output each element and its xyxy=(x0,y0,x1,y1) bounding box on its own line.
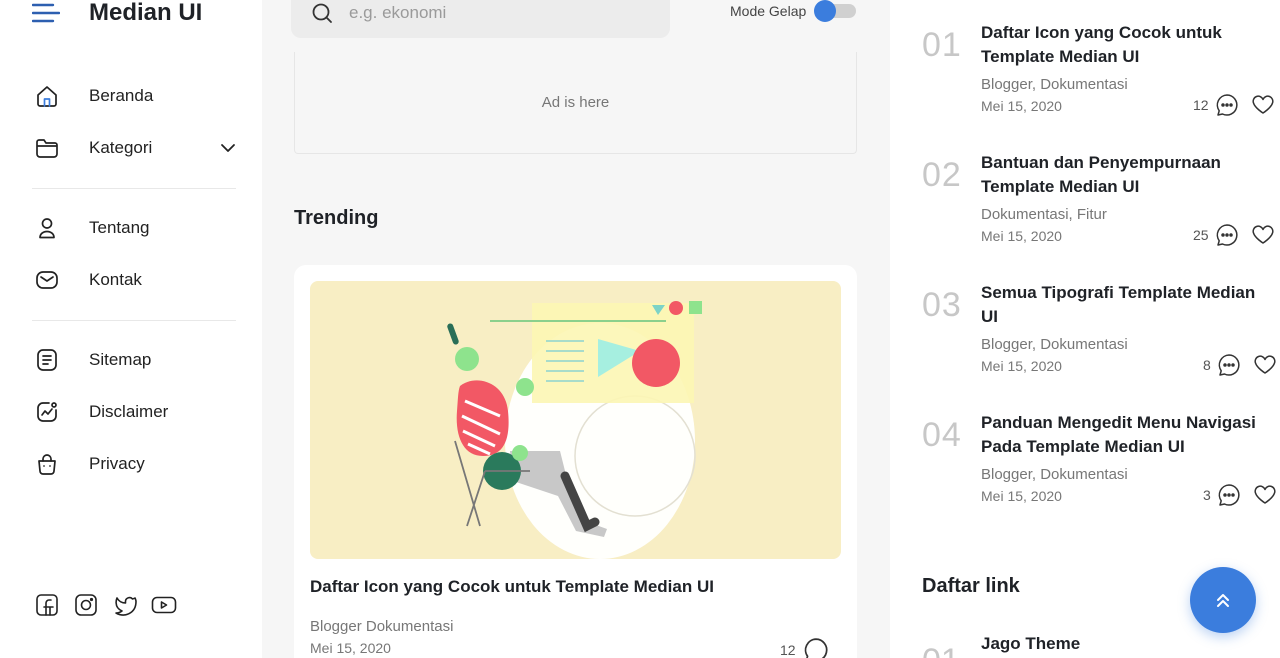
post-title[interactable]: Semua Tipografi Template Median UI xyxy=(981,281,1261,328)
popular-post-item[interactable]: 02 Bantuan dan Penyempurnaan Template Me… xyxy=(922,151,1274,261)
post-title[interactable]: Bantuan dan Penyempurnaan Template Media… xyxy=(981,151,1261,198)
toggle-knob xyxy=(814,0,837,22)
sidebar-item-label: Kontak xyxy=(89,270,142,289)
heart-icon[interactable] xyxy=(1253,353,1277,377)
link-number: 01 xyxy=(922,642,960,658)
comment-count: 12 xyxy=(1193,97,1209,113)
comment-count: 12 xyxy=(780,642,796,658)
search-input[interactable] xyxy=(349,3,639,23)
post-number: 01 xyxy=(922,26,962,64)
post-date: Mei 15, 2020 xyxy=(981,358,1062,374)
post-number: 04 xyxy=(922,416,962,454)
post-title[interactable]: Panduan Mengedit Menu Navigasi Pada Temp… xyxy=(981,411,1261,458)
sidebar-item-label: Disclaimer xyxy=(89,402,169,421)
link-title[interactable]: Jago Theme xyxy=(981,634,1080,654)
comment-icon[interactable] xyxy=(1215,223,1239,247)
bag-icon xyxy=(34,451,60,477)
heart-icon[interactable] xyxy=(1251,93,1275,117)
trending-heading: Trending xyxy=(294,207,379,229)
instagram-icon[interactable] xyxy=(73,592,99,618)
home-icon xyxy=(34,83,60,109)
sidebar-item-privacy[interactable]: Privacy xyxy=(34,446,244,482)
comment-icon[interactable] xyxy=(1217,483,1241,507)
comment-count: 8 xyxy=(1203,357,1211,373)
post-date: Mei 15, 2020 xyxy=(981,488,1062,504)
search-icon xyxy=(312,3,332,23)
post-title[interactable]: Daftar Icon yang Cocok untuk Template Me… xyxy=(310,577,714,597)
dark-mode-toggle[interactable] xyxy=(814,0,857,22)
popular-post-item[interactable]: 01 Daftar Icon yang Cocok untuk Template… xyxy=(922,21,1274,131)
ad-text: Ad is here xyxy=(541,94,610,111)
chart-icon xyxy=(34,399,60,425)
post-thumbnail[interactable] xyxy=(310,281,841,559)
site-title[interactable]: Median UI xyxy=(89,0,202,27)
sidebar-item-tentang[interactable]: Tentang xyxy=(34,210,244,246)
post-categories[interactable]: Blogger, Dokumentasi xyxy=(981,76,1128,93)
comment-count: 25 xyxy=(1193,227,1209,243)
comment-icon[interactable] xyxy=(1215,93,1239,117)
popular-post-item[interactable]: 03 Semua Tipografi Template Median UI Bl… xyxy=(922,281,1276,391)
heart-icon[interactable] xyxy=(1251,223,1275,247)
post-actions: 8 xyxy=(1203,353,1277,377)
facebook-icon[interactable] xyxy=(34,592,60,618)
twitter-icon[interactable] xyxy=(112,592,138,618)
comment-icon xyxy=(804,638,828,658)
youtube-icon[interactable] xyxy=(151,592,177,618)
heart-icon[interactable] xyxy=(1253,483,1277,507)
popular-post-item[interactable]: 04 Panduan Mengedit Menu Navigasi Pada T… xyxy=(922,411,1276,521)
post-date: Mei 15, 2020 xyxy=(310,640,391,656)
sidebar-divider xyxy=(32,320,236,321)
post-title[interactable]: Daftar Icon yang Cocok untuk Template Me… xyxy=(981,21,1261,68)
post-categories[interactable]: Blogger, Dokumentasi xyxy=(981,336,1128,353)
post-actions: 3 xyxy=(1203,483,1277,507)
sidebar-item-label: Sitemap xyxy=(89,350,152,369)
post-date: Mei 15, 2020 xyxy=(981,228,1062,244)
post-comment-count[interactable]: 12 xyxy=(780,637,829,658)
user-icon xyxy=(34,215,60,241)
scroll-to-top-button[interactable] xyxy=(1190,567,1256,633)
post-actions: 12 xyxy=(1193,93,1275,117)
sidebar-item-disclaimer[interactable]: Disclaimer xyxy=(34,394,244,430)
dark-mode-switch: Mode Gelap xyxy=(730,0,857,22)
brand: Median UI xyxy=(32,0,202,30)
hamburger-icon[interactable] xyxy=(32,2,60,24)
sidebar-item-kontak[interactable]: Kontak xyxy=(34,262,244,298)
link-list-heading: Daftar link xyxy=(922,575,1020,597)
post-actions: 25 xyxy=(1193,223,1275,247)
comment-count: 3 xyxy=(1203,487,1211,503)
search-bar[interactable] xyxy=(291,0,670,38)
popular-posts-panel: 01 Daftar Icon yang Cocok untuk Template… xyxy=(890,0,1280,658)
social-links xyxy=(34,592,177,618)
post-date: Mei 15, 2020 xyxy=(981,98,1062,114)
post-number: 02 xyxy=(922,156,962,194)
post-categories[interactable]: Dokumentasi, Fitur xyxy=(981,206,1107,223)
sidebar-item-sitemap[interactable]: Sitemap xyxy=(34,342,244,378)
trending-post-card[interactable]: Daftar Icon yang Cocok untuk Template Me… xyxy=(294,265,857,658)
sidebar: Median UI Beranda Kategori Tentang Konta… xyxy=(0,0,262,658)
sidebar-item-label: Kategori xyxy=(89,138,153,157)
post-number: 03 xyxy=(922,286,962,324)
sidebar-item-label: Privacy xyxy=(89,454,145,473)
sidebar-item-kategori[interactable]: Kategori xyxy=(34,130,244,166)
document-icon xyxy=(34,347,60,373)
folder-icon xyxy=(34,135,60,161)
ad-placeholder: Ad is here xyxy=(294,52,857,154)
sidebar-item-label: Tentang xyxy=(89,218,150,237)
sidebar-item-beranda[interactable]: Beranda xyxy=(34,78,244,114)
post-categories[interactable]: Blogger Dokumentasi xyxy=(310,618,453,635)
illustration-image xyxy=(447,301,702,559)
post-categories[interactable]: Blogger, Dokumentasi xyxy=(981,466,1128,483)
comment-icon[interactable] xyxy=(1217,353,1241,377)
link-list-item[interactable]: 01 Jago Theme xyxy=(922,634,1262,658)
sidebar-item-label: Beranda xyxy=(89,86,154,105)
main-content: Mode Gelap Ad is here Trending xyxy=(262,0,890,658)
mail-icon xyxy=(34,267,60,293)
chevron-down-icon[interactable] xyxy=(220,140,236,156)
double-chevron-up-icon xyxy=(1217,594,1229,607)
dark-mode-label: Mode Gelap xyxy=(730,3,807,19)
sidebar-divider xyxy=(32,188,236,189)
